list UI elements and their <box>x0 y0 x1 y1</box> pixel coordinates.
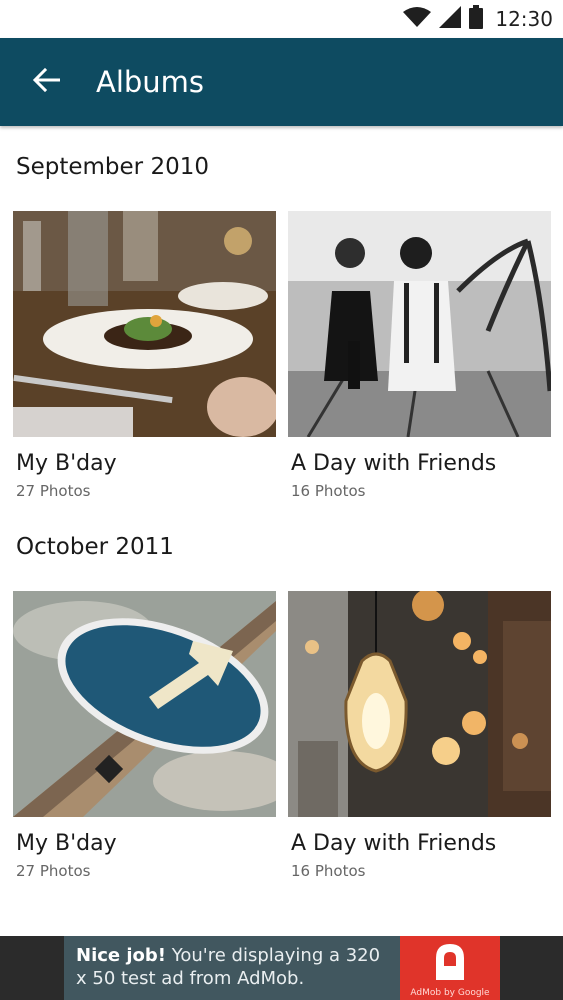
status-icons: 12:30 <box>403 5 553 33</box>
status-time: 12:30 <box>495 7 553 31</box>
ad-banner[interactable]: Nice job! You're displaying a 320 x 50 t… <box>0 936 563 1000</box>
album-photo-count: 27 Photos <box>16 862 91 880</box>
album-card-day-with-friends-2011[interactable]: A Day with Friends 16 Photos <box>288 591 551 880</box>
album-thumbnail-lamps <box>288 591 551 817</box>
album-title: My B'day <box>16 831 117 856</box>
ad-logo[interactable]: AdMob by Google <box>400 936 500 1000</box>
status-bar: 12:30 <box>0 0 563 38</box>
back-arrow-icon <box>32 67 61 97</box>
signal-icon <box>439 6 462 32</box>
album-photo-count: 16 Photos <box>291 482 366 500</box>
ad-content[interactable]: Nice job! You're displaying a 320 x 50 t… <box>64 936 500 1000</box>
page-title: Albums <box>96 65 205 99</box>
album-title: My B'day <box>16 451 117 476</box>
ad-headline: Nice job! <box>76 945 167 966</box>
section-title-october-2011: October 2011 <box>16 534 174 560</box>
wifi-icon <box>403 6 432 32</box>
ad-text: Nice job! You're displaying a 320 x 50 t… <box>76 944 396 990</box>
section-title-september-2010: September 2010 <box>16 154 209 180</box>
album-photo-count: 16 Photos <box>291 862 366 880</box>
album-thumbnail-arrow-sign <box>13 591 276 817</box>
album-card-my-bday-2010[interactable]: My B'day 27 Photos <box>13 211 276 500</box>
album-title: A Day with Friends <box>291 831 497 856</box>
album-title: A Day with Friends <box>291 451 497 476</box>
album-card-my-bday-2011[interactable]: My B'day 27 Photos <box>13 591 276 880</box>
album-thumbnail-dinner <box>13 211 276 437</box>
album-photo-count: 27 Photos <box>16 482 91 500</box>
ad-brand-caption: AdMob by Google <box>410 988 490 998</box>
album-card-day-with-friends-2010[interactable]: A Day with Friends 16 Photos <box>288 211 551 500</box>
app-bar: Albums <box>0 38 563 126</box>
battery-icon <box>469 5 484 33</box>
back-button[interactable] <box>24 60 68 104</box>
album-thumbnail-couple-beach <box>288 211 551 437</box>
